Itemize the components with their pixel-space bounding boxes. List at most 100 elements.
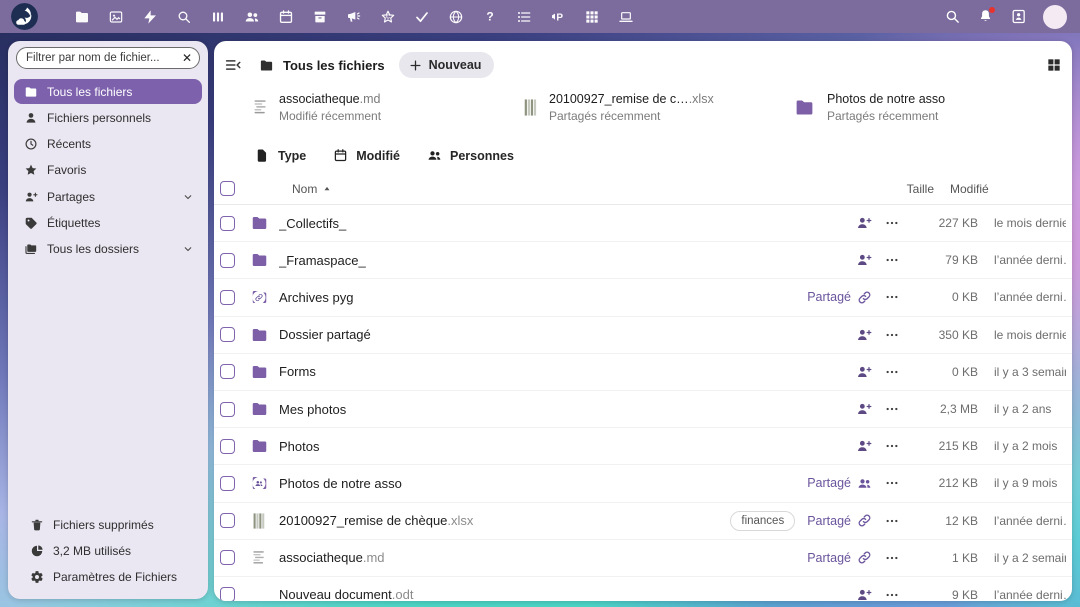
collapse-sidebar-icon[interactable] bbox=[224, 56, 242, 74]
table-row[interactable]: Photos de notre asso Partagé 212 KB il y… bbox=[214, 465, 1072, 503]
sidebar-item-label: Partages bbox=[47, 189, 96, 204]
file-subtitle: Modifié récemment bbox=[279, 109, 382, 123]
row-checkbox[interactable] bbox=[220, 327, 235, 343]
chevron-down-icon[interactable] bbox=[182, 191, 194, 203]
sidebar-item-recent[interactable]: Récents bbox=[14, 132, 202, 157]
row-checkbox[interactable] bbox=[220, 513, 235, 529]
files-icon[interactable] bbox=[74, 9, 90, 25]
table-row[interactable]: Dossier partagé 350 KB le mois dernier bbox=[214, 317, 1072, 354]
photos-icon[interactable] bbox=[108, 9, 124, 25]
table-row[interactable]: associatheque.md Partagé 1 KB il y a 2 s… bbox=[214, 540, 1072, 577]
notifications-bell-icon[interactable] bbox=[977, 7, 995, 25]
recommended-file-card[interactable]: Photos de notre asso Partagés récemment bbox=[792, 92, 1022, 123]
filter-type[interactable]: Type bbox=[255, 148, 306, 163]
filter-label: Modifié bbox=[356, 148, 400, 163]
sidebar-item-personal-files[interactable]: Fichiers personnels bbox=[14, 105, 202, 130]
sites-globe-icon[interactable] bbox=[448, 9, 464, 25]
avatar[interactable] bbox=[1043, 4, 1067, 29]
actions-menu-icon[interactable] bbox=[872, 587, 912, 601]
file-name: Archives pyg bbox=[279, 289, 354, 305]
quota-label: 3,2 MB utilisés bbox=[53, 543, 132, 558]
filter-people[interactable]: Personnes bbox=[427, 148, 514, 163]
notes-list-icon[interactable] bbox=[516, 9, 532, 25]
shared-status[interactable]: Partagé bbox=[807, 290, 872, 305]
sidebar-item-deleted-files[interactable]: Fichiers supprimés bbox=[20, 512, 196, 537]
actions-menu-icon[interactable] bbox=[872, 550, 912, 566]
sidebar-item-quota[interactable]: 3,2 MB utilisés bbox=[20, 538, 196, 563]
collectives-icon[interactable] bbox=[380, 9, 396, 25]
column-size-label[interactable]: Taille bbox=[828, 182, 934, 196]
row-checkbox[interactable] bbox=[220, 438, 235, 454]
unified-search-icon[interactable] bbox=[944, 8, 961, 25]
announcements-icon[interactable] bbox=[346, 9, 362, 25]
share-user-plus-icon[interactable] bbox=[856, 438, 872, 454]
row-checkbox[interactable] bbox=[220, 252, 235, 268]
share-user-plus-icon[interactable] bbox=[856, 364, 872, 380]
desktop-icon[interactable] bbox=[618, 9, 634, 25]
filter-modified[interactable]: Modifié bbox=[333, 148, 400, 163]
shared-status[interactable]: Partagé bbox=[807, 476, 872, 491]
contacts-icon[interactable] bbox=[244, 9, 260, 25]
table-row[interactable]: Photos 215 KB il y a 2 mois bbox=[214, 428, 1072, 466]
row-checkbox[interactable] bbox=[220, 364, 235, 380]
recommended-file-card[interactable]: associatheque.md Modifié récemment bbox=[252, 92, 482, 123]
actions-menu-icon[interactable] bbox=[872, 513, 912, 529]
actions-menu-icon[interactable] bbox=[872, 364, 912, 380]
grid-view-toggle-icon[interactable] bbox=[1046, 57, 1062, 73]
sidebar-item-favorites[interactable]: Favoris bbox=[14, 158, 202, 183]
row-checkbox[interactable] bbox=[220, 475, 235, 491]
actions-menu-icon[interactable] bbox=[872, 215, 912, 231]
share-user-plus-icon[interactable] bbox=[856, 587, 872, 601]
actions-menu-icon[interactable] bbox=[872, 289, 912, 305]
activity-icon[interactable] bbox=[142, 9, 158, 25]
table-row[interactable]: Nouveau document.odt 9 KB l’année derni… bbox=[214, 577, 1072, 601]
sidebar-item-all-files[interactable]: Tous les fichiers bbox=[14, 79, 202, 104]
sidebar-item-all-folders[interactable]: Tous les dossiers bbox=[14, 237, 202, 262]
shared-status[interactable]: Partagé bbox=[807, 513, 872, 528]
deck-icon[interactable] bbox=[210, 9, 226, 25]
row-checkbox[interactable] bbox=[220, 401, 235, 417]
table-row[interactable]: _Collectifs_ 227 KB le mois dernier bbox=[214, 205, 1072, 243]
new-button[interactable]: Nouveau bbox=[398, 52, 495, 78]
actions-menu-icon[interactable] bbox=[872, 327, 912, 343]
row-checkbox[interactable] bbox=[220, 550, 235, 566]
actions-menu-icon[interactable] bbox=[872, 438, 912, 454]
sidebar-item-shares[interactable]: Partages bbox=[14, 184, 202, 209]
sidebar-item-tags[interactable]: Étiquettes bbox=[14, 210, 202, 235]
actions-menu-icon[interactable] bbox=[872, 252, 912, 268]
chevron-down-icon[interactable] bbox=[182, 243, 194, 255]
tables-icon[interactable] bbox=[584, 9, 600, 25]
actions-menu-icon[interactable] bbox=[872, 401, 912, 417]
table-row[interactable]: Archives pyg Partagé 0 KB l’année derni… bbox=[214, 279, 1072, 317]
tasks-icon[interactable] bbox=[414, 9, 430, 25]
archives-icon[interactable] bbox=[312, 9, 328, 25]
clear-filter-icon[interactable]: ✕ bbox=[178, 52, 192, 64]
share-user-plus-icon[interactable] bbox=[856, 252, 872, 268]
table-row[interactable]: 20100927_remise de chèque.xlsx finances … bbox=[214, 503, 1072, 540]
search-app-icon[interactable] bbox=[176, 9, 192, 25]
framaspace-logo[interactable] bbox=[11, 3, 38, 30]
calendar-icon[interactable] bbox=[278, 9, 294, 25]
table-row[interactable]: Mes photos 2,3 MB il y a 2 ans bbox=[214, 391, 1072, 429]
recommended-file-card[interactable]: 20100927_remise de c….xlsx Partagés réce… bbox=[522, 92, 752, 123]
tag-chip[interactable]: finances bbox=[730, 510, 796, 531]
table-row[interactable]: Forms 0 KB il y a 3 semaines bbox=[214, 354, 1072, 391]
share-user-plus-icon[interactable] bbox=[856, 327, 872, 343]
filter-input[interactable] bbox=[26, 52, 178, 64]
row-checkbox[interactable] bbox=[220, 289, 235, 305]
select-all-checkbox[interactable] bbox=[220, 181, 235, 196]
contacts-menu-icon[interactable] bbox=[1010, 8, 1027, 25]
row-checkbox[interactable] bbox=[220, 587, 235, 601]
help-icon[interactable]: ? bbox=[482, 9, 498, 25]
share-user-plus-icon[interactable] bbox=[856, 401, 872, 417]
breadcrumb[interactable]: Tous les fichiers bbox=[259, 58, 385, 73]
table-row[interactable]: _Framaspace_ 79 KB l’année derni… bbox=[214, 242, 1072, 280]
presentations-icon[interactable]: P bbox=[550, 9, 566, 25]
actions-menu-icon[interactable] bbox=[872, 475, 912, 491]
row-checkbox[interactable] bbox=[220, 215, 235, 231]
sort-by-name[interactable]: Nom bbox=[292, 182, 332, 196]
sidebar-item-files-settings[interactable]: Paramètres de Fichiers bbox=[20, 565, 196, 590]
share-user-plus-icon[interactable] bbox=[856, 215, 872, 231]
column-modified-label[interactable]: Modifié bbox=[934, 182, 1026, 196]
shared-status[interactable]: Partagé bbox=[807, 550, 872, 565]
